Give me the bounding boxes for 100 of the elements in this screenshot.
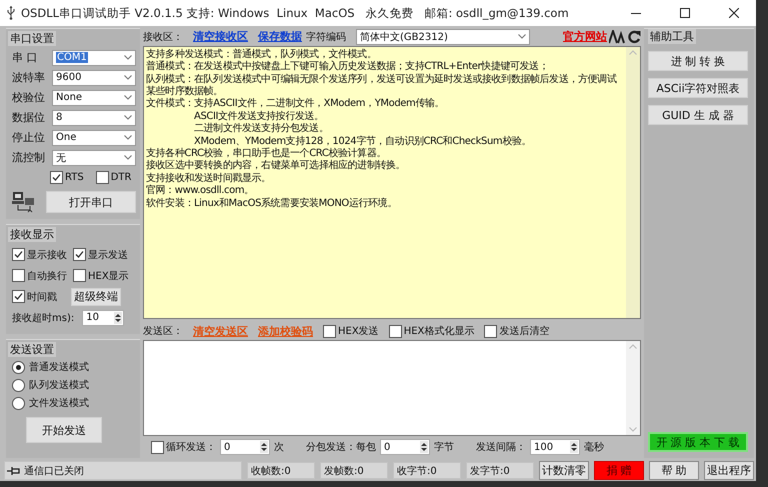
checkbox-label: 显示接收 <box>27 248 67 262</box>
radio-button[interactable] <box>12 360 25 374</box>
radio-button[interactable] <box>12 396 25 410</box>
section-label: 发送区： <box>143 325 183 338</box>
chevron-icon <box>124 55 132 60</box>
close-icon[interactable] <box>729 8 739 18</box>
field-label: 停止位 <box>12 130 46 145</box>
text-line: 支持各种CRC校验，串口助手也是一个CRC校验计算器。 <box>146 148 388 160</box>
chevron-icon <box>124 155 132 160</box>
checkbox[interactable] <box>12 248 25 261</box>
text-line: 文件模式：支持ASCII文件，二进制文件，XModem，YModem传输。 <box>146 98 446 110</box>
unit-label: 次 <box>274 441 284 454</box>
usb-icon <box>6 6 16 20</box>
encoding-dropdown[interactable]: 简体中文(GB2312) <box>356 28 530 45</box>
start-send-button[interactable]: 开始发送 <box>26 417 102 443</box>
radio-label: 普通发送模式 <box>29 360 89 374</box>
field-label: 分包发送：每包 <box>306 441 376 454</box>
checkbox-label: 发送后清空 <box>499 324 550 338</box>
chevron-icon <box>124 115 132 120</box>
counter-field: 发字节:0 <box>466 462 534 479</box>
chevron-icon <box>518 34 526 40</box>
chevron-icon <box>124 95 132 100</box>
refresh-icon[interactable] <box>627 30 641 44</box>
checkbox[interactable] <box>12 290 25 303</box>
checkbox[interactable] <box>484 324 498 338</box>
font-size-icon[interactable] <box>609 30 625 44</box>
dropdown[interactable]: One <box>52 130 136 146</box>
text-line: ASCII文件发送支持按行发送。 <box>193 110 325 122</box>
radio-button[interactable] <box>12 378 25 392</box>
field-label: 接收超时ms): <box>12 312 74 324</box>
spinner-arrows-icon[interactable] <box>420 441 428 454</box>
number-field[interactable]: 10 <box>82 310 124 326</box>
pin-icon <box>7 466 21 476</box>
field-label: 发送间隔： <box>476 441 526 454</box>
group-title: 串口设置 <box>8 31 56 46</box>
status-text: 通信口已关闭 <box>24 464 84 478</box>
field-label: 串 口 <box>12 50 38 65</box>
checkbox-label: 自动换行 <box>27 270 67 282</box>
checkbox[interactable] <box>151 440 164 454</box>
link[interactable]: 清空接收区 <box>193 29 248 44</box>
status-button[interactable]: 退出程序 <box>704 461 754 480</box>
spinner-arrows-icon[interactable] <box>114 312 122 324</box>
checkbox-label: DTR <box>110 172 132 183</box>
number-field[interactable]: 0 <box>380 439 430 456</box>
text-line: XModem、YModem支持128，1024字节，自动识别CRC和CheckSum校验。 <box>193 136 532 148</box>
tool-button[interactable]: 进 制 转 换 <box>648 51 748 71</box>
download-button[interactable]: 开 源 版 本 下 载 <box>648 432 748 452</box>
checkbox[interactable] <box>323 324 336 338</box>
status-button[interactable]: 帮 助 <box>649 461 699 480</box>
link[interactable]: 保存数据 <box>258 29 302 44</box>
open-port-button[interactable]: 打开串口 <box>46 191 136 213</box>
spinner-arrows-icon[interactable] <box>260 441 268 454</box>
checkbox[interactable] <box>12 269 25 282</box>
tool-button[interactable]: ASCii字符对照表 <box>648 78 748 98</box>
status-button[interactable]: 计数清零 <box>539 461 589 480</box>
counter-field: 发帧数:0 <box>320 462 388 479</box>
checkbox[interactable] <box>73 248 86 261</box>
checkbox-label: RTS <box>65 172 84 183</box>
dropdown[interactable]: 9600 <box>52 70 136 86</box>
checkbox-label: HEX显示 <box>88 270 129 282</box>
counter-field: 收字节:0 <box>393 462 461 479</box>
checkbox[interactable] <box>388 324 402 338</box>
chevron-icon <box>124 75 132 80</box>
field-label: 字符编码 <box>306 30 346 44</box>
section-label: 接收区： <box>143 30 183 44</box>
checkbox-label: 时间戳 <box>27 290 57 304</box>
field-label: 流控制 <box>12 150 46 165</box>
text-line: 某些时序数据帧。 <box>146 86 224 98</box>
checkbox[interactable] <box>96 171 109 184</box>
dropdown[interactable]: COM1 <box>52 50 136 66</box>
chevron-icon <box>124 135 132 140</box>
terminal-button[interactable]: 超级终端 <box>71 288 121 306</box>
counter-field: 收帧数:0 <box>247 462 315 479</box>
tool-button[interactable]: GUID 生 成 器 <box>648 105 748 125</box>
spinner-arrows-icon[interactable] <box>570 441 578 454</box>
text-line: 官网：www.osdll.com。 <box>146 185 255 198</box>
group-title: 发送设置 <box>8 342 56 357</box>
maximize-icon[interactable] <box>680 8 690 18</box>
number-field[interactable]: 0 <box>220 439 270 456</box>
group-title: 接收显示 <box>8 227 56 242</box>
dropdown[interactable]: None <box>52 90 136 106</box>
text-line: 接收区选中要转换的内容，右键菜单可选择相应的进制转换。 <box>146 160 406 172</box>
text-line: 支持多种发送模式：普通模式，队列模式，文件模式。 <box>146 48 378 60</box>
group-title: 辅助工具 <box>648 29 696 44</box>
field-label: 波特率 <box>12 70 46 85</box>
checkbox[interactable] <box>50 171 63 184</box>
checkbox[interactable] <box>73 269 86 282</box>
radio-label: 队列发送模式 <box>29 378 89 392</box>
checkbox-label: 循环发送： <box>166 441 216 454</box>
text-line: 二进制文件发送支持分包发送。 <box>193 123 330 136</box>
field-label: 数据位 <box>12 110 46 125</box>
text-line: 支持接收和发送时间戳显示。 <box>146 172 272 184</box>
field-label: 校验位 <box>12 90 46 105</box>
receive-text-area[interactable] <box>143 46 641 320</box>
dropdown[interactable]: 无 <box>52 150 136 166</box>
text-line: 软件安装：Linux和MacOS系统需要安装MONO运行环境。 <box>146 198 398 210</box>
number-field[interactable]: 100 <box>530 439 580 456</box>
donate-button[interactable]: 捐 赠 <box>594 461 644 480</box>
checkbox-label: 显示发送 <box>88 248 128 262</box>
dropdown[interactable]: 8 <box>52 110 136 126</box>
